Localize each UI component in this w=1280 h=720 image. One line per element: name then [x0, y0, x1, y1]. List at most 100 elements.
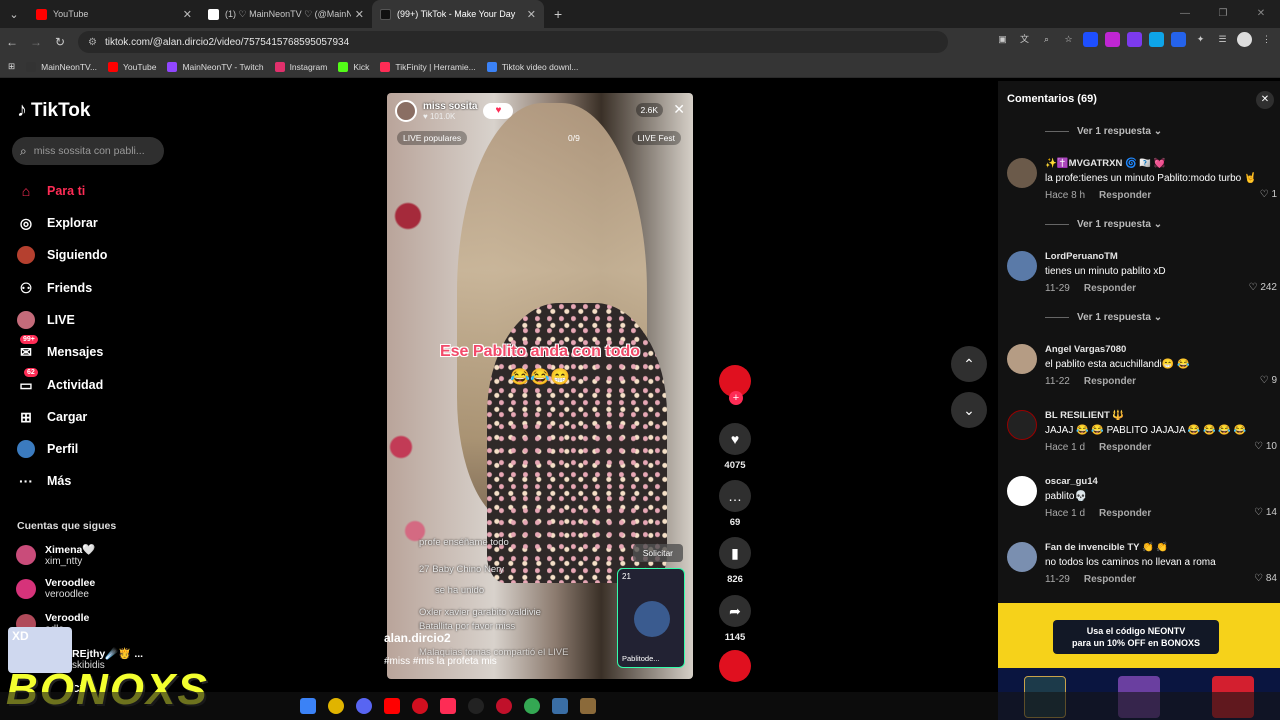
close-tab-icon[interactable]: ✕: [355, 8, 364, 21]
chrome-active-icon[interactable]: [524, 698, 540, 714]
comment-user[interactable]: Fan de invencible TY 👏 👏: [1045, 542, 1168, 553]
bookmark-mainneontv[interactable]: MainNeonTV...: [26, 61, 97, 72]
menu-icon[interactable]: ⋮: [1259, 32, 1274, 47]
like-button[interactable]: ♥ 4075: [715, 423, 755, 471]
comment-like-button[interactable]: ♡ 10: [1254, 441, 1277, 452]
share-button[interactable]: ➦ 1145: [715, 595, 755, 643]
live-fest-pill[interactable]: LIVE Fest: [631, 131, 681, 145]
avatar[interactable]: [1007, 158, 1037, 188]
opera-icon[interactable]: [412, 698, 428, 714]
comment-user[interactable]: BL RESILIENT 🔱: [1045, 410, 1124, 421]
pip-live[interactable]: 21 Pablitode...: [617, 568, 685, 668]
nav-cargar[interactable]: ⊞ Cargar: [16, 407, 87, 427]
tab-x[interactable]: (1) ♡ MainNeonTV ♡ (@MainN ✕: [200, 0, 372, 28]
view-replies-button[interactable]: Ver 1 respuesta ⌄: [1045, 219, 1162, 230]
star-icon[interactable]: ☆: [1061, 32, 1076, 47]
previous-video-button[interactable]: ⌃: [951, 346, 987, 382]
reply-button[interactable]: Responder: [1084, 283, 1136, 294]
tab-search-icon[interactable]: ⌄: [0, 0, 28, 28]
avatar-icon[interactable]: [1237, 32, 1252, 47]
comment-user[interactable]: Angel Vargas7080: [1045, 344, 1126, 355]
sound-disc[interactable]: [715, 650, 755, 682]
download-ext-icon[interactable]: [1105, 32, 1120, 47]
install-icon[interactable]: ▣: [995, 32, 1010, 47]
nav-friends[interactable]: ⚇ Friends: [16, 278, 92, 298]
reply-button[interactable]: Responder: [1084, 376, 1136, 387]
steam-icon[interactable]: [468, 698, 484, 714]
opera-gx-icon[interactable]: [496, 698, 512, 714]
comment-like-button[interactable]: ♡ 84: [1254, 573, 1277, 584]
following-account[interactable]: Veroodlee veroodlee: [16, 577, 95, 600]
new-tab-button[interactable]: +: [554, 6, 562, 22]
avatar[interactable]: [1007, 344, 1037, 374]
bookmark-youtube[interactable]: YouTube: [108, 61, 156, 72]
live-populares-pill[interactable]: LIVE populares: [397, 131, 468, 145]
close-tab-icon[interactable]: ✕: [183, 8, 192, 21]
nav-para-ti[interactable]: ⌂ Para ti: [16, 181, 85, 201]
nav-mensajes[interactable]: ✉ 99+ Mensajes: [16, 335, 103, 362]
follow-plus-icon[interactable]: +: [729, 391, 743, 405]
video-author[interactable]: alan.dircio2: [384, 631, 451, 645]
forward-icon[interactable]: →: [24, 35, 48, 49]
nav-actividad[interactable]: ▭ 62 Actividad: [16, 368, 103, 395]
avatar[interactable]: [1007, 476, 1037, 506]
next-video-button[interactable]: ⌄: [951, 392, 987, 428]
view-replies-button[interactable]: Ver 1 respuesta ⌄: [1045, 312, 1162, 323]
close-comments-icon[interactable]: ✕: [1256, 91, 1274, 109]
reply-button[interactable]: Responder: [1084, 574, 1136, 585]
save-button[interactable]: ▮ 826: [715, 537, 755, 585]
tiktok-icon[interactable]: [440, 698, 456, 714]
tab-tiktok[interactable]: (99+) TikTok - Make Your Day ✕: [372, 0, 544, 28]
puzzle-icon[interactable]: ✦: [1193, 32, 1208, 47]
comment-button[interactable]: … 69: [715, 480, 755, 528]
firefox-icon[interactable]: [300, 698, 316, 714]
nav-live[interactable]: LIVE: [16, 310, 75, 330]
video-player[interactable]: miss sosita ♥ 101.0K ♥ 2.6K ✕ LIVE popul…: [387, 93, 693, 679]
comment-like-button[interactable]: ♡ 1: [1260, 189, 1277, 200]
restore-icon[interactable]: ❐: [1204, 0, 1242, 28]
discord-icon[interactable]: [356, 698, 372, 714]
live-avatar[interactable]: [395, 100, 417, 122]
extension-a-icon[interactable]: [1083, 32, 1098, 47]
bookmark-instagram[interactable]: Instagram: [274, 61, 327, 72]
comment-like-button[interactable]: ♡ 242: [1249, 282, 1277, 293]
author-avatar[interactable]: +: [715, 365, 755, 405]
apps-icon[interactable]: ⊞: [8, 61, 15, 72]
tab-youtube[interactable]: YouTube ✕: [28, 0, 200, 28]
back-icon[interactable]: ←: [0, 35, 24, 49]
box-app-icon[interactable]: [580, 698, 596, 714]
wolf-app-icon[interactable]: [552, 698, 568, 714]
translate-icon[interactable]: 文: [1017, 32, 1032, 47]
extension-c-icon[interactable]: [1149, 32, 1164, 47]
site-info-icon[interactable]: ⚙: [88, 37, 97, 48]
follow-heart-icon[interactable]: ♥: [483, 103, 514, 119]
nav-siguiendo[interactable]: Siguiendo: [16, 245, 107, 265]
nav-perfil[interactable]: Perfil: [16, 439, 78, 459]
close-live-icon[interactable]: ✕: [673, 101, 685, 118]
avatar[interactable]: [1007, 410, 1037, 440]
nav-explorar[interactable]: ◎ Explorar: [16, 213, 98, 233]
zoom-icon[interactable]: ⌕: [1039, 32, 1054, 47]
comment-like-button[interactable]: ♡ 9: [1260, 375, 1277, 386]
tiktok-logo[interactable]: ♪ TikTok: [17, 99, 90, 122]
search-input[interactable]: ⌕ miss sossita con pabli...: [12, 137, 164, 165]
reload-icon[interactable]: ↻: [48, 35, 72, 49]
youtube-icon[interactable]: [384, 698, 400, 714]
avatar[interactable]: [1007, 251, 1037, 281]
solicitar-button[interactable]: Solicitar: [632, 544, 683, 562]
address-bar[interactable]: ⚙ tiktok.com/@alan.dircio2/video/7575415…: [78, 31, 948, 53]
chrome-icon[interactable]: [328, 698, 344, 714]
comment-like-button[interactable]: ♡ 14: [1254, 507, 1277, 518]
comment-user[interactable]: oscar_gu14: [1045, 476, 1098, 487]
extension-d-icon[interactable]: [1171, 32, 1186, 47]
extension-b-icon[interactable]: [1127, 32, 1142, 47]
bookmark-downloader[interactable]: Tiktok video downl...: [486, 61, 578, 72]
bookmark-kick[interactable]: Kick: [338, 61, 369, 72]
following-account[interactable]: Ximena🤍 xim_ntty: [16, 543, 95, 567]
comment-user[interactable]: ✨✝️MVGATRXN 🌀 🇽🇽 💓: [1045, 158, 1166, 169]
bookmark-tikfinity[interactable]: TikFinity | Herramie...: [380, 61, 476, 72]
comment-user[interactable]: LordPeruanoTM: [1045, 251, 1118, 262]
view-replies-button[interactable]: Ver 1 respuesta ⌄: [1045, 126, 1162, 137]
minimize-icon[interactable]: —: [1166, 0, 1204, 28]
reply-button[interactable]: Responder: [1099, 442, 1151, 453]
